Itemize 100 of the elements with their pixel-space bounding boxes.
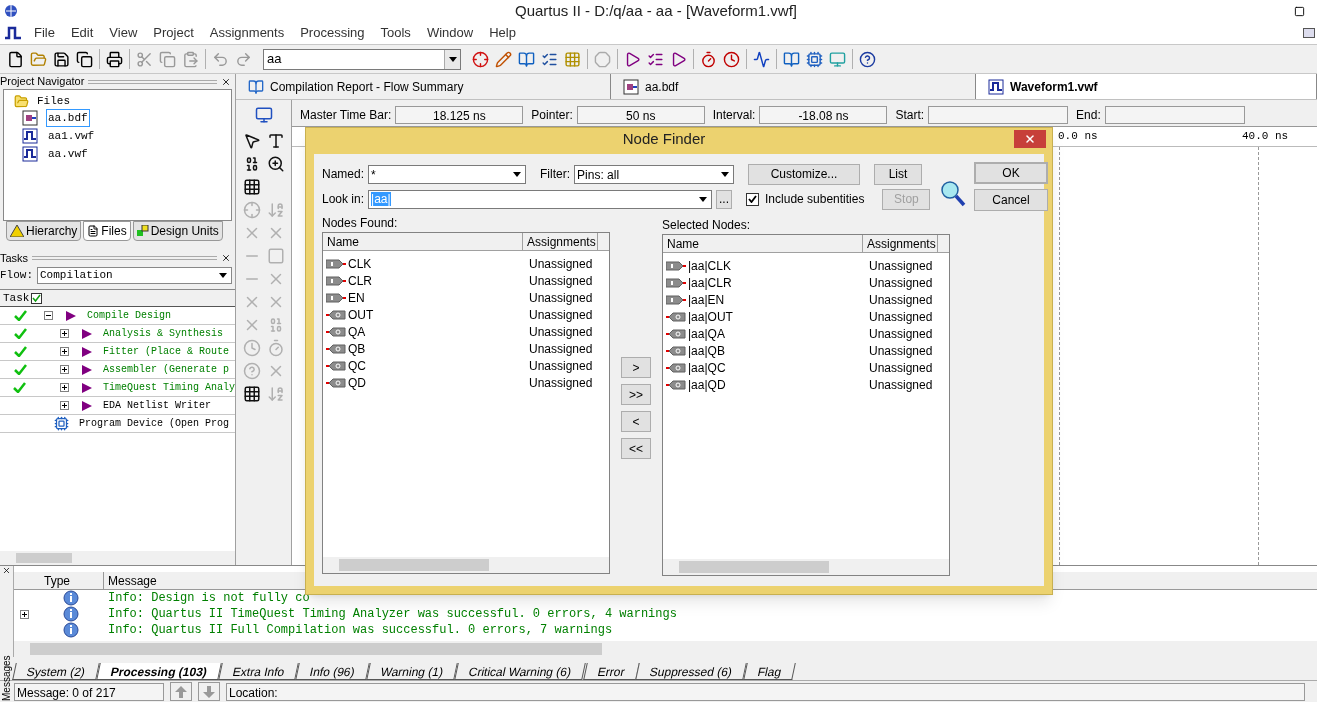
play-icon[interactable]	[624, 50, 641, 68]
expand-toggle[interactable]	[60, 383, 69, 392]
task-label[interactable]: Assembler (Generate p	[103, 362, 230, 377]
task-label[interactable]: Fitter (Place & Route	[103, 344, 230, 359]
transfer-button[interactable]: >	[621, 357, 651, 378]
panel-tab[interactable]: Design Units	[132, 221, 223, 241]
previous-message-button[interactable]	[170, 682, 192, 701]
restore-icon[interactable]	[1294, 5, 1305, 17]
horizontal-scrollbar[interactable]	[323, 557, 609, 573]
horizontal-scrollbar[interactable]	[14, 641, 1317, 657]
book-icon[interactable]	[518, 50, 535, 68]
filter-combo[interactable]: Pins: all	[574, 164, 735, 184]
chip-icon[interactable]	[806, 50, 823, 68]
column-header[interactable]: Name	[663, 235, 863, 252]
monitor-icon[interactable]	[829, 50, 846, 68]
menu-item[interactable]: Project	[145, 23, 202, 43]
document-tab[interactable]: Compilation Report - Flow Summary	[236, 74, 611, 99]
copy-icon[interactable]	[159, 50, 176, 68]
transfer-button[interactable]: <	[621, 411, 651, 432]
menu-item[interactable]: Assignments	[201, 23, 293, 43]
help-icon[interactable]	[859, 50, 876, 68]
expand-toggle[interactable]	[60, 329, 69, 338]
flow-select[interactable]: Compilation	[37, 266, 232, 284]
transfer-button[interactable]: >>	[621, 384, 651, 405]
pointer-icon[interactable]	[242, 132, 261, 150]
message-tab[interactable]: Processing (103)	[96, 663, 222, 680]
zoom-icon[interactable]	[266, 155, 285, 173]
menu-item[interactable]: View	[101, 23, 146, 43]
document-tab[interactable]: Waveform1.vwf	[976, 74, 1317, 99]
transfer-button[interactable]: <<	[621, 438, 651, 459]
text-tool-icon[interactable]	[266, 132, 285, 150]
column-header[interactable]: Message	[104, 572, 157, 589]
close-button[interactable]	[1014, 130, 1046, 148]
browse-button[interactable]: ...	[716, 189, 733, 209]
message-tab[interactable]: Extra Info	[218, 663, 300, 680]
menu-item[interactable]: Tools	[372, 23, 419, 43]
message-tab[interactable]: Flag	[743, 663, 797, 680]
collapse-toggle[interactable]	[44, 311, 53, 320]
paste-icon[interactable]	[182, 50, 199, 68]
timer-icon[interactable]	[700, 50, 717, 68]
column-header[interactable]: Type	[14, 572, 104, 589]
message-tab[interactable]: Warning (1)	[366, 663, 459, 680]
horizontal-scrollbar[interactable]	[0, 551, 235, 565]
include-subentities-checkbox[interactable]	[746, 192, 760, 206]
task-label[interactable]: Compile Design	[87, 308, 171, 323]
save-icon[interactable]	[53, 50, 70, 68]
cancel-button[interactable]: Cancel	[974, 189, 1048, 211]
clock-icon[interactable]	[723, 50, 740, 68]
column-header[interactable]: Assignments	[863, 235, 938, 252]
panel-tab[interactable]: Hierarchy	[6, 221, 82, 241]
message-tab[interactable]: Error	[582, 663, 640, 680]
message-tab[interactable]: System (2)	[12, 663, 100, 680]
horizontal-scrollbar[interactable]	[663, 559, 949, 575]
menu-item[interactable]: File	[26, 23, 63, 43]
task-label[interactable]: TimeQuest Timing Analy	[103, 380, 235, 395]
close-icon[interactable]	[221, 253, 231, 263]
ok-button[interactable]: OK	[974, 162, 1048, 184]
pencil-icon[interactable]	[495, 50, 512, 68]
grid-icon[interactable]	[242, 178, 261, 196]
time-field[interactable]: 18.125 ns	[395, 106, 524, 124]
panel-tab[interactable]: Files	[83, 221, 131, 241]
open-folder-icon[interactable]	[30, 50, 47, 68]
expand-toggle[interactable]	[19, 609, 29, 619]
time-field[interactable]: -18.08 ns	[759, 106, 888, 124]
new-file-icon[interactable]	[7, 50, 24, 68]
expand-toggle[interactable]	[60, 347, 69, 356]
expand-toggle[interactable]	[60, 365, 69, 374]
time-field[interactable]: 50 ns	[576, 106, 705, 124]
tree-item[interactable]: aa1.vwf	[46, 126, 97, 146]
project-combo[interactable]: aa	[263, 48, 461, 70]
named-combo[interactable]: *	[368, 164, 527, 184]
message-tab[interactable]: Suppressed (6)	[635, 663, 748, 680]
task-label[interactable]: Analysis & Synthesis	[103, 326, 224, 341]
message-tab[interactable]: Info (96)	[295, 663, 370, 680]
expand-toggle[interactable]	[60, 401, 69, 410]
report-icon[interactable]	[783, 50, 800, 68]
print-icon[interactable]	[106, 50, 123, 68]
save-all-icon[interactable]	[76, 50, 93, 68]
list-button[interactable]: List	[874, 163, 923, 185]
menu-item[interactable]: Help	[481, 23, 524, 43]
column-header[interactable]: Task	[3, 290, 30, 307]
time-field[interactable]	[1104, 106, 1245, 124]
close-icon[interactable]	[2, 566, 11, 575]
message-tab[interactable]: Critical Warning (6)	[454, 663, 587, 680]
close-icon[interactable]	[221, 76, 231, 87]
waveform-icon[interactable]	[753, 50, 770, 68]
next-message-button[interactable]	[198, 682, 220, 701]
task-label[interactable]: Program Device (Open Prog	[79, 416, 230, 431]
cut-icon[interactable]	[136, 50, 153, 68]
column-header[interactable]: Assignments	[523, 233, 598, 250]
undo-icon[interactable]	[212, 50, 229, 68]
crosshair-icon[interactable]	[472, 50, 489, 68]
redo-icon[interactable]	[235, 50, 252, 68]
tree-item[interactable]: aa.vwf	[46, 144, 90, 164]
document-tab[interactable]: aa.bdf	[611, 74, 976, 99]
menu-item[interactable]: Edit	[62, 23, 102, 43]
restore-button[interactable]	[1303, 28, 1315, 38]
tree-item[interactable]: aa.bdf	[46, 108, 90, 128]
menu-item[interactable]: Processing	[292, 23, 373, 43]
column-header[interactable]: Name	[323, 233, 523, 250]
